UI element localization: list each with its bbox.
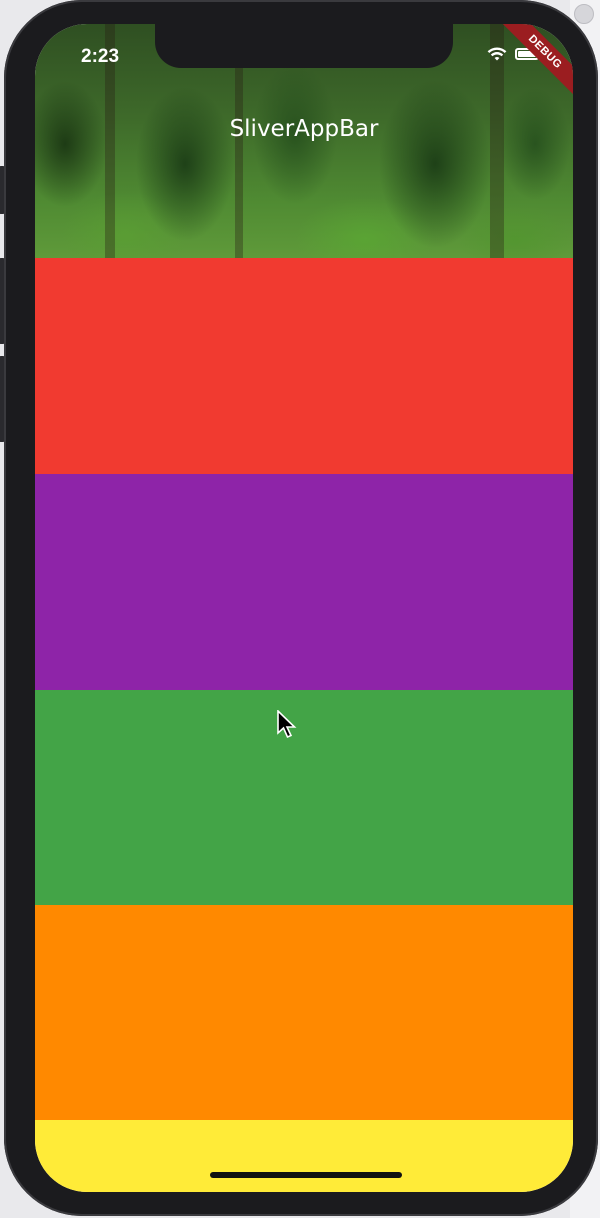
- device-notch: [155, 24, 453, 68]
- list-item-yellow[interactable]: [35, 1120, 573, 1192]
- status-time: 2:23: [81, 46, 120, 67]
- list-item-purple[interactable]: [35, 474, 573, 690]
- wifi-icon: [487, 47, 507, 61]
- list-item-red[interactable]: [35, 258, 573, 474]
- home-indicator[interactable]: [210, 1172, 402, 1178]
- list-item-orange[interactable]: [35, 905, 573, 1120]
- app-bar-title: SliverAppBar: [229, 116, 379, 142]
- list-item-green[interactable]: [35, 690, 573, 905]
- phone-screen: SliverAppBar 2:23 DEBUG: [35, 24, 573, 1192]
- phone-frame: SliverAppBar 2:23 DEBUG: [4, 0, 598, 1216]
- mouse-cursor-icon: [277, 710, 297, 739]
- window-control-icon[interactable]: [574, 4, 594, 24]
